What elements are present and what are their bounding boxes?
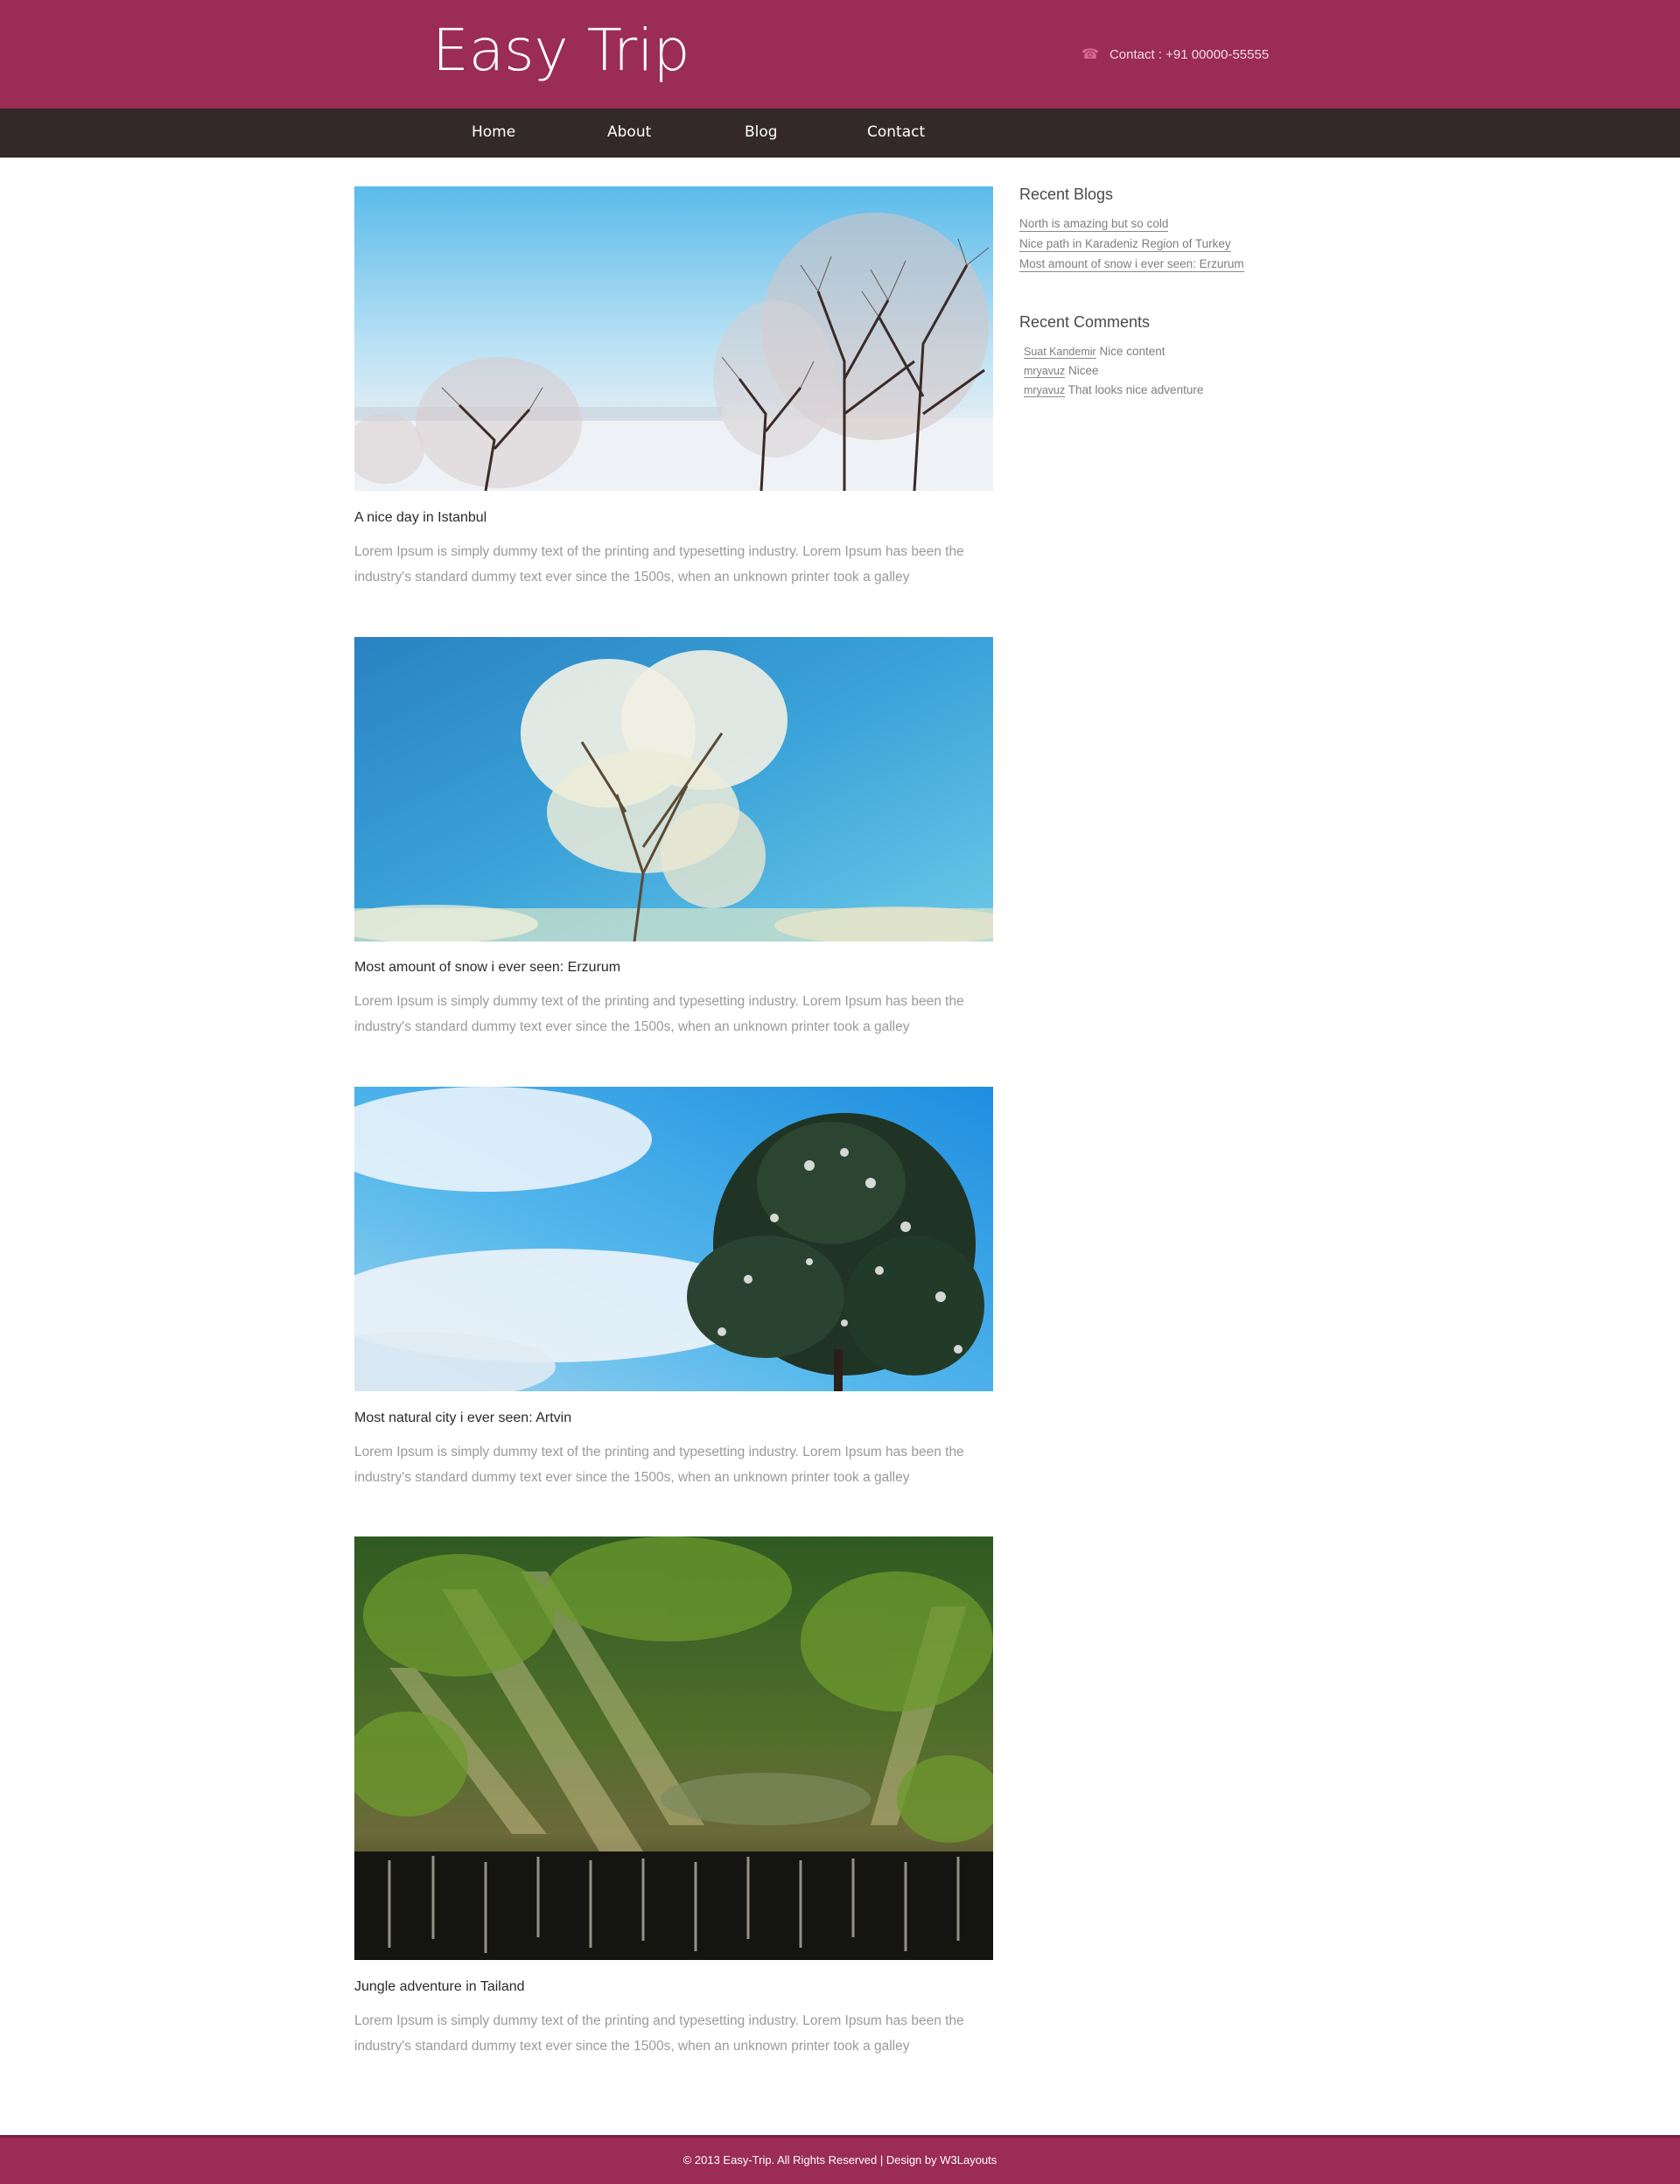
recent-blog-link[interactable]: Nice path in Karadeniz Region of Turkey [1019, 237, 1231, 252]
comment-text: Nice content [1099, 345, 1166, 358]
comment-author[interactable]: mryavuz [1024, 365, 1066, 378]
contact-text: Contact : +91 00000-55555 [1109, 46, 1270, 62]
blog-post: Jungle adventure in Tailand Lorem Ipsum … [354, 1536, 993, 2054]
post-title[interactable]: A nice day in Istanbul [354, 509, 486, 527]
copyright-text: © 2013 Easy-Trip. All Rights Reserved | … [682, 2153, 998, 2166]
recent-blog-link[interactable]: Most amount of snow i ever seen: Erzurum [1019, 257, 1244, 272]
post-image[interactable] [354, 1536, 993, 1960]
post-excerpt: Lorem Ipsum is simply dummy text of the … [354, 994, 964, 1034]
comment-item: Suat Kandemir Nice content [1024, 345, 1166, 359]
comment-author[interactable]: Suat Kandemir [1024, 346, 1096, 359]
post-image[interactable] [354, 1087, 993, 1391]
main-nav: Home About Blog Contact [0, 108, 1680, 158]
post-title[interactable]: Jungle adventure in Tailand [354, 1978, 525, 1996]
site-logo[interactable]: Easy Trip [432, 16, 690, 86]
comment-text: Nicee [1068, 364, 1099, 377]
nav-about[interactable]: About [607, 108, 651, 157]
comment-item: mryavuz That looks nice adventure [1024, 383, 1203, 397]
post-title[interactable]: Most amount of snow i ever seen: Erzurum [354, 959, 620, 976]
nav-home[interactable]: Home [472, 108, 515, 157]
comment-text: That looks nice adventure [1068, 383, 1204, 396]
nav-contact[interactable]: Contact [867, 108, 925, 157]
blog-post: Most amount of snow i ever seen: Erzurum… [354, 637, 993, 1034]
site-header: Easy Trip ☎ Contact : +91 00000-55555 [0, 0, 1680, 108]
comment-author[interactable]: mryavuz [1024, 384, 1066, 397]
site-footer: © 2013 Easy-Trip. All Rights Reserved | … [0, 2135, 1680, 2184]
post-image[interactable] [354, 186, 993, 491]
comment-item: mryavuz Nicee [1024, 364, 1099, 378]
recent-comments-heading: Recent Comments [1019, 313, 1151, 331]
blog-post: Most natural city i ever seen: Artvin Lo… [354, 1087, 993, 1485]
post-title[interactable]: Most natural city i ever seen: Artvin [354, 1410, 571, 1427]
post-excerpt: Lorem Ipsum is simply dummy text of the … [354, 544, 964, 584]
recent-blog-link[interactable]: North is amazing but so cold [1019, 217, 1169, 232]
post-image[interactable] [354, 637, 993, 942]
post-excerpt: Lorem Ipsum is simply dummy text of the … [354, 2013, 964, 2054]
recent-blogs-heading: Recent Blogs [1019, 186, 1114, 203]
phone-icon: ☎ [1082, 47, 1099, 62]
contact-info: ☎ Contact : +91 00000-55555 [1082, 46, 1269, 63]
nav-blog[interactable]: Blog [745, 108, 778, 157]
blog-post: A nice day in Istanbul Lorem Ipsum is si… [354, 186, 993, 584]
post-excerpt: Lorem Ipsum is simply dummy text of the … [354, 1445, 964, 1485]
